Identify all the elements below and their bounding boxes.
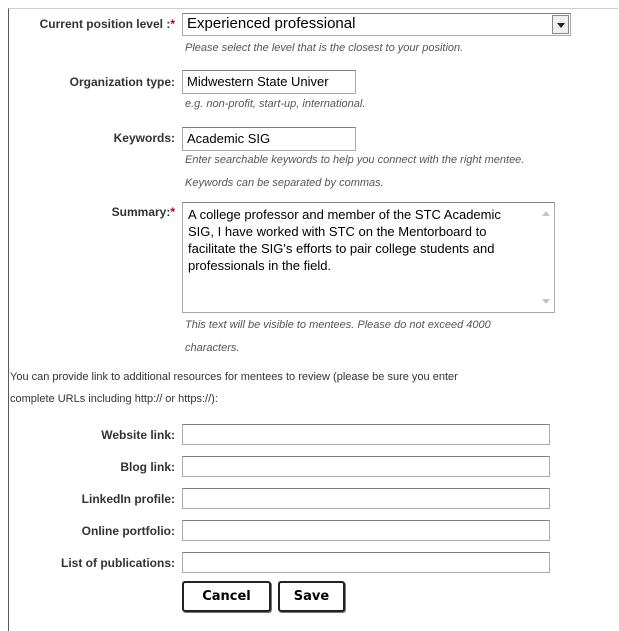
linkedin-profile-input[interactable] bbox=[182, 488, 550, 509]
linkedin-profile-label: LinkedIn profile: bbox=[81, 492, 175, 506]
position-level-hint: Please select the level that is the clos… bbox=[185, 42, 464, 54]
position-level-value: Experienced professional bbox=[187, 15, 356, 32]
online-portfolio-label: Online portfolio: bbox=[81, 524, 175, 538]
required-mark: * bbox=[170, 17, 175, 31]
resources-intro: You can provide link to additional resou… bbox=[10, 366, 616, 410]
position-level-label: Current position level :* bbox=[39, 17, 175, 31]
cancel-button[interactable]: Cancel bbox=[182, 581, 271, 612]
resources-intro-line-2: complete URLs including http:// or https… bbox=[10, 393, 218, 405]
online-portfolio-input[interactable] bbox=[182, 520, 550, 541]
blog-link-label: Blog link: bbox=[120, 460, 175, 474]
organization-type-hint: e.g. non-profit, start-up, international… bbox=[185, 98, 366, 110]
summary-textarea[interactable]: A college professor and member of the ST… bbox=[182, 202, 555, 313]
publications-list-input[interactable] bbox=[182, 552, 550, 573]
summary-hint: This text will be visible to mentees. Pl… bbox=[185, 319, 491, 331]
keywords-input[interactable]: Academic SIG bbox=[182, 127, 356, 151]
keywords-hint: Enter searchable keywords to help you co… bbox=[185, 154, 525, 166]
organization-type-label: Organization type: bbox=[69, 75, 175, 89]
chevron-down-icon[interactable] bbox=[552, 15, 569, 34]
scroll-up-icon[interactable] bbox=[542, 211, 550, 216]
save-button[interactable]: Save bbox=[278, 581, 345, 612]
summary-scrollbar[interactable] bbox=[537, 203, 554, 312]
keywords-value: Academic SIG bbox=[187, 131, 271, 146]
organization-type-input[interactable]: Midwestern State Univer bbox=[182, 70, 356, 94]
publications-list-label: List of publications: bbox=[61, 556, 175, 570]
position-level-select[interactable]: Experienced professional bbox=[182, 13, 571, 36]
scroll-down-icon[interactable] bbox=[542, 299, 550, 304]
summary-value: A college professor and member of the ST… bbox=[188, 207, 501, 273]
organization-type-value: Midwestern State Univer bbox=[187, 74, 329, 89]
required-mark: * bbox=[170, 205, 175, 219]
keywords-hint-2: Keywords can be separated by commas. bbox=[185, 177, 384, 189]
resources-intro-line-1: You can provide link to additional resou… bbox=[10, 371, 458, 383]
website-link-input[interactable] bbox=[182, 424, 550, 445]
keywords-label: Keywords: bbox=[113, 131, 175, 145]
blog-link-input[interactable] bbox=[182, 456, 550, 477]
website-link-label: Website link: bbox=[101, 428, 175, 442]
summary-label: Summary:* bbox=[111, 205, 175, 219]
summary-hint-2: characters. bbox=[185, 342, 240, 354]
